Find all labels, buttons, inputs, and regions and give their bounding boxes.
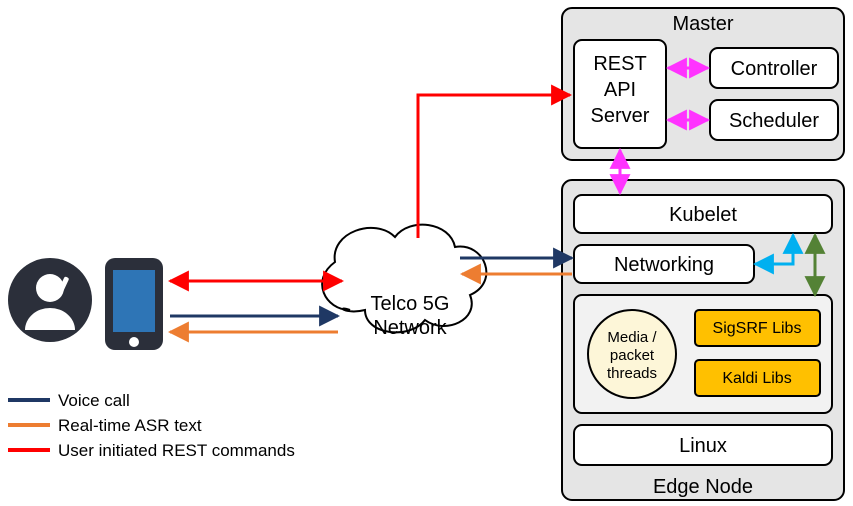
rest-api-line1: REST — [593, 53, 646, 75]
cloud-label-2: Network — [373, 317, 447, 339]
kubelet-label: Kubelet — [669, 204, 737, 226]
rest-api-line3: Server — [591, 105, 650, 127]
controller-label: Controller — [731, 58, 818, 80]
telco-5g-cloud: Telco 5G Network — [322, 225, 486, 339]
phone-icon — [105, 258, 163, 350]
kaldi-libs-label: Kaldi Libs — [722, 370, 791, 387]
media-line2: packet — [610, 347, 655, 364]
svg-text:Telco 5G: Telco 5G — [371, 293, 450, 315]
cloud-label-1: Telco 5G — [371, 293, 450, 315]
sigsrf-libs-label: SigSRF Libs — [713, 320, 802, 337]
svg-text:Network: Network — [373, 317, 447, 339]
linux-label: Linux — [679, 435, 727, 457]
media-line1: Media / — [607, 329, 657, 346]
scheduler-label: Scheduler — [729, 110, 819, 132]
legend: Voice call Real-time ASR text User initi… — [8, 391, 295, 460]
arrow-red-cloud-rest — [418, 95, 570, 238]
rest-api-line2: API — [604, 79, 636, 101]
legend-user-initiated: User initiated REST commands — [58, 441, 295, 460]
user-icon — [8, 258, 92, 342]
architecture-diagram: Telco 5G Network Master REST API Server … — [0, 0, 853, 506]
networking-label: Networking — [614, 254, 714, 276]
legend-real-time-asr: Real-time ASR text — [58, 416, 202, 435]
legend-voice-call: Voice call — [58, 391, 130, 410]
master-title: Master — [672, 13, 733, 35]
edge-node-title: Edge Node — [653, 476, 753, 498]
media-line3: threads — [607, 365, 657, 382]
